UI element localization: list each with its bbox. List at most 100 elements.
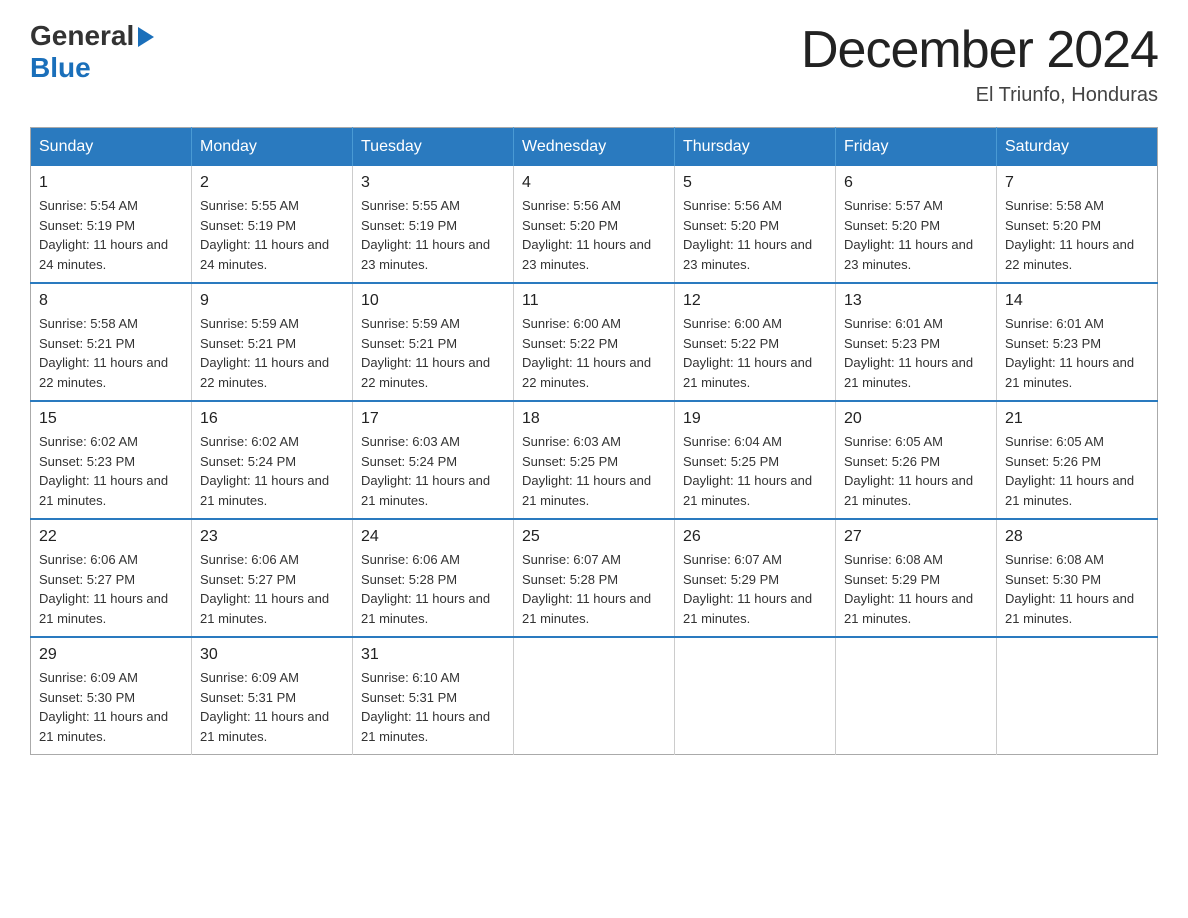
- day-info: Sunrise: 6:01 AM Sunset: 5:23 PM Dayligh…: [1005, 314, 1149, 392]
- day-number: 8: [39, 292, 183, 310]
- day-number: 13: [844, 292, 988, 310]
- calendar-cell: 3 Sunrise: 5:55 AM Sunset: 5:19 PM Dayli…: [353, 166, 514, 283]
- day-info: Sunrise: 5:58 AM Sunset: 5:20 PM Dayligh…: [1005, 196, 1149, 274]
- day-info: Sunrise: 6:09 AM Sunset: 5:30 PM Dayligh…: [39, 668, 183, 746]
- calendar-cell: 26 Sunrise: 6:07 AM Sunset: 5:29 PM Dayl…: [675, 519, 836, 637]
- calendar-cell: 29 Sunrise: 6:09 AM Sunset: 5:30 PM Dayl…: [31, 637, 192, 755]
- calendar-cell: 7 Sunrise: 5:58 AM Sunset: 5:20 PM Dayli…: [997, 166, 1158, 283]
- calendar-cell: 10 Sunrise: 5:59 AM Sunset: 5:21 PM Dayl…: [353, 283, 514, 401]
- logo-blue-text: Blue: [30, 52, 154, 84]
- day-info: Sunrise: 6:05 AM Sunset: 5:26 PM Dayligh…: [844, 432, 988, 510]
- calendar-cell: [836, 637, 997, 755]
- day-number: 22: [39, 528, 183, 546]
- calendar-cell: 20 Sunrise: 6:05 AM Sunset: 5:26 PM Dayl…: [836, 401, 997, 519]
- calendar-cell: 27 Sunrise: 6:08 AM Sunset: 5:29 PM Dayl…: [836, 519, 997, 637]
- day-number: 16: [200, 410, 344, 428]
- day-info: Sunrise: 6:04 AM Sunset: 5:25 PM Dayligh…: [683, 432, 827, 510]
- calendar-cell: 17 Sunrise: 6:03 AM Sunset: 5:24 PM Dayl…: [353, 401, 514, 519]
- day-number: 20: [844, 410, 988, 428]
- day-info: Sunrise: 6:00 AM Sunset: 5:22 PM Dayligh…: [683, 314, 827, 392]
- day-number: 24: [361, 528, 505, 546]
- day-info: Sunrise: 6:03 AM Sunset: 5:25 PM Dayligh…: [522, 432, 666, 510]
- day-info: Sunrise: 6:05 AM Sunset: 5:26 PM Dayligh…: [1005, 432, 1149, 510]
- logo-general-text: General: [30, 20, 134, 52]
- calendar-week-row: 15 Sunrise: 6:02 AM Sunset: 5:23 PM Dayl…: [31, 401, 1158, 519]
- calendar-cell: 30 Sunrise: 6:09 AM Sunset: 5:31 PM Dayl…: [192, 637, 353, 755]
- calendar-cell: 22 Sunrise: 6:06 AM Sunset: 5:27 PM Dayl…: [31, 519, 192, 637]
- calendar-cell: 6 Sunrise: 5:57 AM Sunset: 5:20 PM Dayli…: [836, 166, 997, 283]
- page-header: General Blue December 2024 El Triunfo, H…: [30, 20, 1158, 107]
- calendar-cell: 16 Sunrise: 6:02 AM Sunset: 5:24 PM Dayl…: [192, 401, 353, 519]
- day-number: 26: [683, 528, 827, 546]
- calendar-cell: 1 Sunrise: 5:54 AM Sunset: 5:19 PM Dayli…: [31, 166, 192, 283]
- day-info: Sunrise: 6:07 AM Sunset: 5:28 PM Dayligh…: [522, 550, 666, 628]
- day-number: 7: [1005, 174, 1149, 192]
- day-number: 14: [1005, 292, 1149, 310]
- calendar-cell: 19 Sunrise: 6:04 AM Sunset: 5:25 PM Dayl…: [675, 401, 836, 519]
- day-info: Sunrise: 5:56 AM Sunset: 5:20 PM Dayligh…: [522, 196, 666, 274]
- calendar-cell: 28 Sunrise: 6:08 AM Sunset: 5:30 PM Dayl…: [997, 519, 1158, 637]
- day-header-sunday: Sunday: [31, 128, 192, 167]
- day-header-tuesday: Tuesday: [353, 128, 514, 167]
- calendar-header-row: SundayMondayTuesdayWednesdayThursdayFrid…: [31, 128, 1158, 167]
- calendar-cell: 4 Sunrise: 5:56 AM Sunset: 5:20 PM Dayli…: [514, 166, 675, 283]
- day-number: 25: [522, 528, 666, 546]
- day-number: 9: [200, 292, 344, 310]
- day-info: Sunrise: 5:58 AM Sunset: 5:21 PM Dayligh…: [39, 314, 183, 392]
- day-header-monday: Monday: [192, 128, 353, 167]
- day-info: Sunrise: 6:10 AM Sunset: 5:31 PM Dayligh…: [361, 668, 505, 746]
- day-number: 27: [844, 528, 988, 546]
- day-number: 15: [39, 410, 183, 428]
- location-title: El Triunfo, Honduras: [801, 84, 1158, 107]
- day-info: Sunrise: 6:02 AM Sunset: 5:24 PM Dayligh…: [200, 432, 344, 510]
- day-number: 19: [683, 410, 827, 428]
- calendar-cell: 25 Sunrise: 6:07 AM Sunset: 5:28 PM Dayl…: [514, 519, 675, 637]
- day-number: 5: [683, 174, 827, 192]
- day-info: Sunrise: 6:03 AM Sunset: 5:24 PM Dayligh…: [361, 432, 505, 510]
- day-number: 17: [361, 410, 505, 428]
- day-number: 12: [683, 292, 827, 310]
- day-info: Sunrise: 6:08 AM Sunset: 5:30 PM Dayligh…: [1005, 550, 1149, 628]
- day-number: 2: [200, 174, 344, 192]
- day-number: 29: [39, 646, 183, 664]
- calendar-cell: 2 Sunrise: 5:55 AM Sunset: 5:19 PM Dayli…: [192, 166, 353, 283]
- calendar-cell: 15 Sunrise: 6:02 AM Sunset: 5:23 PM Dayl…: [31, 401, 192, 519]
- calendar-table: SundayMondayTuesdayWednesdayThursdayFrid…: [30, 127, 1158, 755]
- day-info: Sunrise: 6:06 AM Sunset: 5:27 PM Dayligh…: [39, 550, 183, 628]
- calendar-cell: 24 Sunrise: 6:06 AM Sunset: 5:28 PM Dayl…: [353, 519, 514, 637]
- day-number: 31: [361, 646, 505, 664]
- calendar-cell: 5 Sunrise: 5:56 AM Sunset: 5:20 PM Dayli…: [675, 166, 836, 283]
- day-header-wednesday: Wednesday: [514, 128, 675, 167]
- calendar-cell: 9 Sunrise: 5:59 AM Sunset: 5:21 PM Dayli…: [192, 283, 353, 401]
- day-info: Sunrise: 6:07 AM Sunset: 5:29 PM Dayligh…: [683, 550, 827, 628]
- calendar-cell: [514, 637, 675, 755]
- logo-chevron-icon: [138, 27, 154, 47]
- calendar-cell: 21 Sunrise: 6:05 AM Sunset: 5:26 PM Dayl…: [997, 401, 1158, 519]
- day-info: Sunrise: 6:00 AM Sunset: 5:22 PM Dayligh…: [522, 314, 666, 392]
- day-header-thursday: Thursday: [675, 128, 836, 167]
- day-number: 21: [1005, 410, 1149, 428]
- day-number: 6: [844, 174, 988, 192]
- calendar-week-row: 22 Sunrise: 6:06 AM Sunset: 5:27 PM Dayl…: [31, 519, 1158, 637]
- calendar-cell: [675, 637, 836, 755]
- calendar-week-row: 1 Sunrise: 5:54 AM Sunset: 5:19 PM Dayli…: [31, 166, 1158, 283]
- calendar-cell: 23 Sunrise: 6:06 AM Sunset: 5:27 PM Dayl…: [192, 519, 353, 637]
- day-info: Sunrise: 5:55 AM Sunset: 5:19 PM Dayligh…: [361, 196, 505, 274]
- calendar-cell: 13 Sunrise: 6:01 AM Sunset: 5:23 PM Dayl…: [836, 283, 997, 401]
- day-info: Sunrise: 6:08 AM Sunset: 5:29 PM Dayligh…: [844, 550, 988, 628]
- day-number: 23: [200, 528, 344, 546]
- day-number: 28: [1005, 528, 1149, 546]
- calendar-week-row: 29 Sunrise: 6:09 AM Sunset: 5:30 PM Dayl…: [31, 637, 1158, 755]
- calendar-cell: 14 Sunrise: 6:01 AM Sunset: 5:23 PM Dayl…: [997, 283, 1158, 401]
- day-info: Sunrise: 5:59 AM Sunset: 5:21 PM Dayligh…: [200, 314, 344, 392]
- day-info: Sunrise: 5:54 AM Sunset: 5:19 PM Dayligh…: [39, 196, 183, 274]
- calendar-cell: 18 Sunrise: 6:03 AM Sunset: 5:25 PM Dayl…: [514, 401, 675, 519]
- calendar-cell: 31 Sunrise: 6:10 AM Sunset: 5:31 PM Dayl…: [353, 637, 514, 755]
- day-info: Sunrise: 6:09 AM Sunset: 5:31 PM Dayligh…: [200, 668, 344, 746]
- day-info: Sunrise: 6:06 AM Sunset: 5:27 PM Dayligh…: [200, 550, 344, 628]
- day-info: Sunrise: 5:55 AM Sunset: 5:19 PM Dayligh…: [200, 196, 344, 274]
- day-info: Sunrise: 5:56 AM Sunset: 5:20 PM Dayligh…: [683, 196, 827, 274]
- day-info: Sunrise: 5:59 AM Sunset: 5:21 PM Dayligh…: [361, 314, 505, 392]
- day-header-saturday: Saturday: [997, 128, 1158, 167]
- calendar-week-row: 8 Sunrise: 5:58 AM Sunset: 5:21 PM Dayli…: [31, 283, 1158, 401]
